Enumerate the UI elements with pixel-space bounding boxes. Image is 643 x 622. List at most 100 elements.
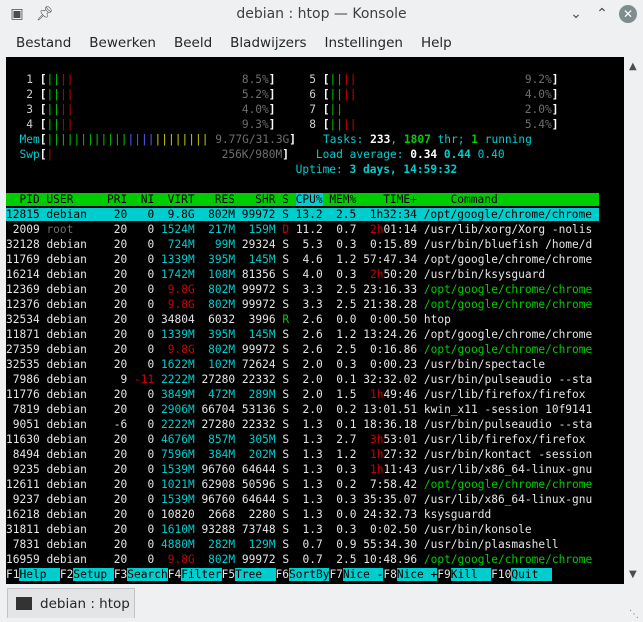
chevron-down-icon[interactable]: ⌄ bbox=[567, 5, 585, 23]
htop-text: 13:01.51 bbox=[363, 403, 418, 416]
htop-text: | bbox=[336, 88, 343, 101]
htop-text: S bbox=[282, 493, 290, 506]
htop-text: debian bbox=[46, 403, 108, 416]
terminal-area[interactable]: 1 [|||| 8.5%] 5 [|||| 9.2%] 2 [|||| 5.2%… bbox=[6, 57, 624, 584]
process-table-header[interactable]: PID USER PRI NI VIRT RES SHR S CPU% MEM%… bbox=[6, 193, 599, 206]
tab-label: debian : htop bbox=[40, 595, 130, 612]
process-row[interactable]: 8494 debian 20 0 7596M 384M 202M S 1.3 1… bbox=[6, 448, 593, 461]
htop-text: 99972 bbox=[241, 283, 276, 296]
htop-text: 0:02.50 bbox=[363, 523, 418, 536]
process-row[interactable]: 12611 debian 20 0 1021M 62908 50596 S 1.… bbox=[6, 478, 592, 491]
fkey-f4[interactable]: F4Filter bbox=[167, 568, 222, 581]
htop-text: 0.3 bbox=[329, 493, 357, 506]
htop-text: 256K/980M bbox=[221, 148, 283, 161]
htop-text: 11776 bbox=[6, 388, 40, 401]
process-row[interactable]: 9237 debian 20 0 1539M 96760 64644 S 1.3… bbox=[6, 493, 593, 506]
htop-text: 289M bbox=[241, 388, 276, 401]
menu-bladwijzers[interactable]: Bladwijzers bbox=[221, 30, 315, 56]
htop-text: /opt/google/chrome/chrome bbox=[423, 253, 593, 266]
process-row[interactable]: 16214 debian 20 0 1742M 108M 81356 S 4.0… bbox=[6, 268, 545, 281]
scroll-up-icon[interactable]: ▲ bbox=[629, 61, 637, 72]
process-row[interactable]: 9051 debian -6 0 2222M 27280 22332 S 1.3… bbox=[6, 418, 593, 431]
process-row[interactable]: 11630 debian 20 0 4676M 857M 305M S 1.3 … bbox=[6, 433, 586, 446]
process-row[interactable]: 7819 debian 20 0 2906M 66704 53136 S 2.0… bbox=[6, 403, 593, 416]
htop-text: S bbox=[282, 358, 290, 371]
process-row[interactable]: 9235 debian 20 0 1539M 96760 64644 S 1.3… bbox=[6, 463, 593, 476]
menu-bewerken[interactable]: Bewerken bbox=[80, 30, 165, 56]
htop-text: S bbox=[282, 238, 290, 251]
htop-text: 7819 bbox=[6, 403, 40, 416]
htop-text: , bbox=[390, 133, 404, 146]
htop-text: 4676M bbox=[161, 433, 195, 446]
htop-text: | bbox=[59, 103, 67, 116]
fkey-f3[interactable]: F3Search bbox=[113, 568, 168, 581]
htop-text: 50:20 bbox=[383, 268, 418, 281]
process-row[interactable]: 7986 debian 9 -11 2222M 27280 22332 S 2.… bbox=[6, 373, 593, 386]
htop-text: 6032 bbox=[201, 313, 236, 326]
scroll-down-icon[interactable]: ▼ bbox=[629, 569, 637, 580]
htop-text: 159M bbox=[241, 223, 276, 236]
process-row[interactable]: 31811 debian 20 0 1610M 93288 73748 S 1.… bbox=[6, 523, 532, 536]
column-header: MEM% TIME+ Command bbox=[322, 193, 599, 206]
process-row[interactable]: 16959 debian 20 0 9.8G 802M 99972 S 0.7 … bbox=[6, 553, 592, 566]
htop-text: 1539M bbox=[161, 463, 195, 476]
process-row[interactable]: 12369 debian 20 0 9.8G 802M 99972 S 3.3 … bbox=[6, 283, 592, 296]
process-row[interactable]: 7831 debian 20 0 4880M 282M 129M S 0.7 0… bbox=[6, 538, 559, 551]
htop-text: 9.8G bbox=[161, 298, 195, 311]
htop-text: 20 bbox=[107, 463, 128, 476]
fkey-f1[interactable]: F1Help bbox=[6, 568, 60, 581]
chevron-up-icon[interactable]: ⌃ bbox=[593, 5, 611, 23]
htop-text: 0 bbox=[134, 328, 155, 341]
htop-text: 73748 bbox=[241, 523, 276, 536]
htop-text: 4.0 bbox=[295, 268, 323, 281]
tab-bar: debian : htop ⋱ bbox=[0, 586, 643, 622]
process-row[interactable]: 11871 debian 20 0 1339M 395M 145M S 2.6 … bbox=[6, 328, 592, 341]
tab-debian-htop[interactable]: debian : htop bbox=[7, 588, 135, 618]
menu-beeld[interactable]: Beeld bbox=[165, 30, 221, 56]
fkey-f7[interactable]: F7Nice - bbox=[329, 568, 384, 581]
process-row[interactable]: 32534 debian 20 0 34804 6032 3996 R 2.6 … bbox=[6, 313, 451, 326]
process-row[interactable]: 12376 debian 20 0 9.8G 802M 99972 S 3.3 … bbox=[6, 298, 592, 311]
htop-text: 9.3% bbox=[241, 118, 269, 131]
menu-help[interactable]: Help bbox=[412, 30, 461, 56]
fkey-f8[interactable]: F8Nice + bbox=[383, 568, 438, 581]
htop-text: 4.0% bbox=[524, 88, 552, 101]
htop-text: 99M bbox=[201, 238, 236, 251]
htop-text: 145M bbox=[241, 328, 276, 341]
close-icon[interactable]: ✕ bbox=[619, 5, 637, 23]
htop-text: 20 bbox=[107, 268, 128, 281]
process-row[interactable]: 27359 debian 20 0 9.8G 802M 99972 S 2.6 … bbox=[6, 343, 592, 356]
resize-grip-icon[interactable]: ⋱ bbox=[629, 609, 639, 620]
scrollbar[interactable]: ▲ ▼ bbox=[626, 57, 641, 584]
htop-text: 0.7 bbox=[295, 538, 323, 551]
htop-text: | bbox=[349, 118, 357, 131]
fkey-f5[interactable]: F5Tree bbox=[221, 568, 276, 581]
htop-text: 2.6 bbox=[295, 328, 323, 341]
htop-text: 49:46 bbox=[383, 388, 418, 401]
htop-text: Uptime: bbox=[295, 163, 350, 176]
process-row[interactable]: 11776 debian 20 0 3849M 472M 289M S 2.0 … bbox=[6, 388, 586, 401]
htop-text: 11630 bbox=[6, 433, 40, 446]
htop-text: 217M bbox=[201, 223, 236, 236]
process-row[interactable]: 11769 debian 20 0 1339M 395M 145M S 4.6 … bbox=[6, 253, 592, 266]
process-row[interactable]: 16218 debian 20 0 10820 2668 2280 S 1.3 … bbox=[6, 508, 491, 521]
htop-text: | bbox=[336, 103, 343, 116]
fkey-f10[interactable]: F10Quit bbox=[491, 568, 552, 581]
fkey-f2[interactable]: F2Setup bbox=[59, 568, 114, 581]
htop-text: | bbox=[342, 118, 350, 131]
htop-text: 1.3 bbox=[295, 418, 323, 431]
fkey-f6[interactable]: F6SortBy bbox=[275, 568, 330, 581]
process-row[interactable]: 32128 debian 20 0 724M 99M 29324 S 5.3 0… bbox=[6, 238, 592, 251]
htop-text: 01:14 bbox=[383, 223, 418, 236]
title-bar[interactable]: ▣ 📌︎ debian : htop — Konsole ⌄ ⌃ ✕ bbox=[0, 0, 643, 28]
fkey-f9[interactable]: F9Kill bbox=[437, 568, 492, 581]
htop-text: ] bbox=[551, 73, 559, 86]
htop-text: 857M bbox=[201, 433, 236, 446]
menu-instellingen[interactable]: Instellingen bbox=[316, 30, 412, 56]
htop-text: 0 bbox=[134, 298, 155, 311]
process-row[interactable]: 12815 debian 20 0 9.8G 802M 99972 S 13.2… bbox=[6, 208, 599, 221]
menu-bestand[interactable]: Bestand bbox=[7, 30, 80, 56]
process-row[interactable]: 2009 root 20 0 1524M 217M 159M D 11.2 0.… bbox=[6, 223, 593, 236]
process-row[interactable]: 32535 debian 20 0 1622M 102M 72624 S 2.0… bbox=[6, 358, 545, 371]
htop-text: | bbox=[342, 88, 350, 101]
